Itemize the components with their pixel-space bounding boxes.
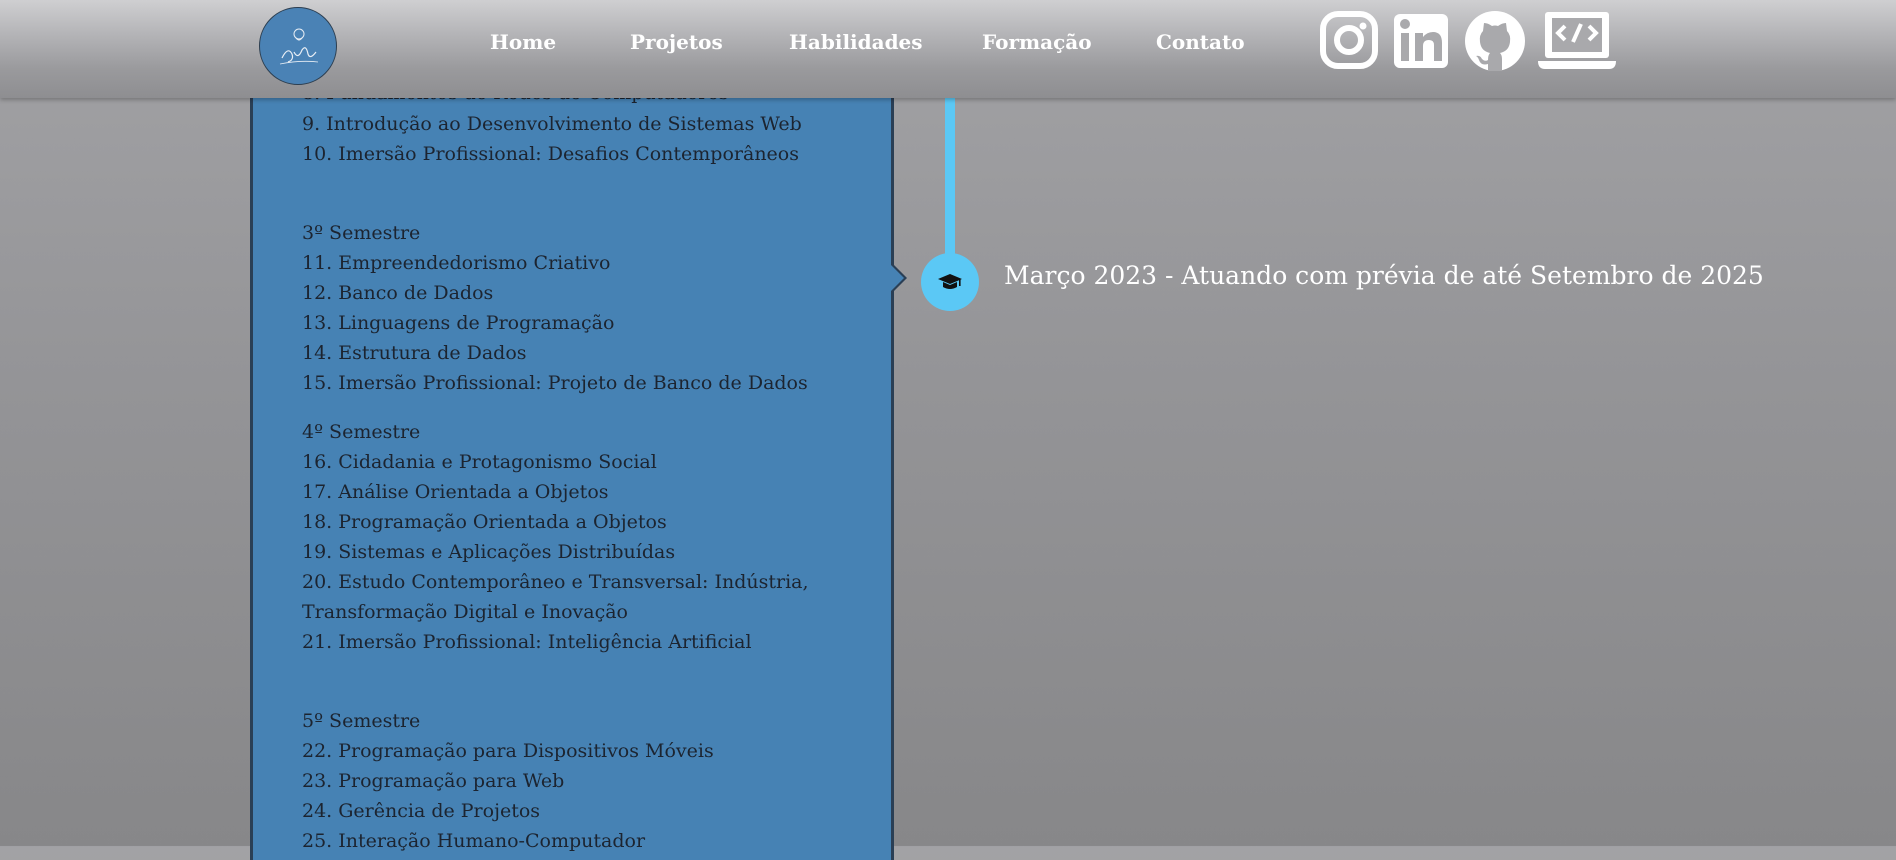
signature-logo-icon bbox=[279, 28, 319, 65]
portfolio-link[interactable] bbox=[1537, 9, 1617, 75]
site-header: Home Projetos Habilidades Formação Conta… bbox=[0, 0, 1896, 98]
semester-heading: 4º Semestre bbox=[302, 421, 421, 443]
course-item: 25. Interação Humano-Computador bbox=[302, 830, 646, 852]
instagram-icon bbox=[1320, 11, 1378, 69]
nav-formacao[interactable]: Formação bbox=[982, 30, 1092, 54]
course-item: Transformação Digital e Inovação bbox=[302, 601, 628, 623]
linkedin-icon bbox=[1394, 14, 1448, 68]
course-item: 23. Programação para Web bbox=[302, 770, 565, 792]
course-item: 16. Cidadania e Protagonismo Social bbox=[302, 451, 657, 473]
course-item: 21. Imersão Profissional: Inteligência A… bbox=[302, 631, 752, 653]
nav-habilidades[interactable]: Habilidades bbox=[789, 30, 923, 54]
card-pointer-fill bbox=[891, 265, 904, 291]
semester-heading: 3º Semestre bbox=[302, 222, 421, 244]
instagram-link[interactable] bbox=[1320, 9, 1378, 71]
timeline-marker bbox=[921, 253, 979, 311]
course-item: 17. Análise Orientada a Objetos bbox=[302, 481, 609, 503]
linkedin-link[interactable] bbox=[1392, 9, 1450, 71]
course-item: 15. Imersão Profissional: Projeto de Ban… bbox=[302, 372, 808, 394]
course-item: 20. Estudo Contemporâneo e Transversal: … bbox=[302, 571, 809, 593]
course-item: 18. Programação Orientada a Objetos bbox=[302, 511, 667, 533]
course-item: 19. Sistemas e Aplicações Distribuídas bbox=[302, 541, 676, 563]
timeline-line bbox=[945, 90, 955, 260]
course-item: 13. Linguagens de Programação bbox=[302, 312, 615, 334]
logo-avatar[interactable] bbox=[259, 7, 337, 85]
github-link[interactable] bbox=[1464, 9, 1526, 71]
course-item: 14. Estrutura de Dados bbox=[302, 342, 527, 364]
course-item: 9. Introdução ao Desenvolvimento de Sist… bbox=[302, 113, 802, 135]
portfolio-laptop-icon bbox=[1538, 12, 1616, 69]
nav-projetos[interactable]: Projetos bbox=[630, 30, 723, 54]
nav-contato[interactable]: Contato bbox=[1156, 30, 1245, 54]
github-icon bbox=[1465, 11, 1525, 71]
course-item: 10. Imersão Profissional: Desafios Conte… bbox=[302, 143, 799, 165]
semester-heading: 5º Semestre bbox=[302, 710, 421, 732]
course-item: 12. Banco de Dados bbox=[302, 282, 494, 304]
course-item: 11. Empreendedorismo Criativo bbox=[302, 252, 611, 274]
course-item: 22. Programação para Dispositivos Móveis bbox=[302, 740, 714, 762]
nav-home[interactable]: Home bbox=[490, 30, 556, 54]
graduation-cap-icon bbox=[938, 274, 962, 289]
timeline-date: Março 2023 - Atuando com prévia de até S… bbox=[1004, 261, 1764, 290]
course-item: 24. Gerência de Projetos bbox=[302, 800, 541, 822]
